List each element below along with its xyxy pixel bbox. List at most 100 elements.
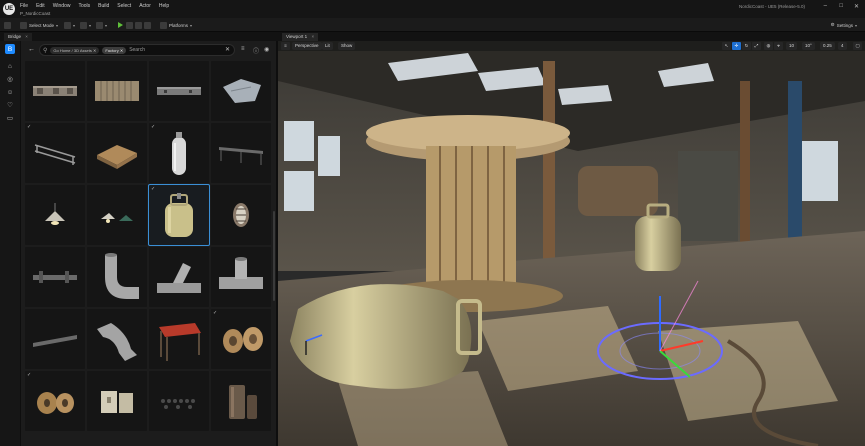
rotation-snap-value[interactable]: 10° [802,42,815,50]
asset-tile-metal-shelf[interactable]: ✓ [25,123,85,183]
asset-tile-pipe-bracket[interactable] [25,247,85,307]
platforms-dropdown[interactable]: Platforms ▾ [160,21,192,29]
close-icon[interactable]: ✕ [93,48,96,53]
close-icon[interactable]: × [25,34,28,39]
user-icon[interactable]: ☺ [5,87,15,97]
asset-tile-fabric-sheet[interactable] [211,61,271,121]
blueprint-icon [80,21,87,29]
clapper-icon [96,21,103,29]
tab-bridge[interactable]: Bridge × [4,33,32,41]
close-icon[interactable]: × [311,34,314,39]
account-icon[interactable]: ◉ [264,46,269,53]
menu-tools[interactable]: Tools [78,3,90,9]
asset-tile-bolts-set[interactable] [149,371,209,431]
info-icon[interactable]: ⓘ [253,46,259,55]
cinematics-button[interactable]: ▾ [96,21,107,29]
grid-snap-value[interactable]: 10 [786,42,798,50]
asset-thumbnail [33,335,77,347]
lit-label: Lit [325,43,330,48]
asset-tile-pipe-wye[interactable] [149,247,209,307]
asset-tile-propane-tank[interactable]: ✓ [148,184,210,246]
save-icon [4,21,11,29]
scale-snap-value[interactable]: 0.25 [820,42,835,50]
add-content-button[interactable]: ▾ [64,21,75,29]
menu-file[interactable]: File [20,3,28,9]
close-icon[interactable]: ✕ [120,48,123,53]
viewport-menu-icon[interactable]: ≡ [281,42,290,50]
menu-build[interactable]: Build [98,3,109,9]
surface-snap-icon[interactable]: ⌖ [774,42,783,50]
maximize-button[interactable]: □ [839,3,843,9]
asset-tile-pipe-tee[interactable] [211,247,271,307]
perspective-dropdown[interactable]: Perspective [292,42,322,50]
asset-tile-hanging-lamps[interactable] [87,185,147,245]
asset-library-panel: ← ⚲ Go Home / 3D Assets ✕ Factory ✕ ✕ ≡ … [21,41,276,446]
menu-select[interactable]: Select [117,3,131,9]
tab-row: Bridge × Viewport 1 × [0,32,865,41]
monitor-icon[interactable]: ▭ [5,113,15,123]
library-scrollbar[interactable] [273,211,275,301]
menu-edit[interactable]: Edit [36,3,45,9]
menu-actor[interactable]: Actor [139,3,151,9]
asset-tile-ceiling-lamp[interactable] [25,185,85,245]
asset-thumbnail [223,327,263,353]
menu-window[interactable]: Window [53,3,71,9]
unreal-logo-icon[interactable]: UE [3,3,15,15]
asset-tile-workbench[interactable] [211,123,271,183]
world-space-icon[interactable]: ◍ [764,42,773,50]
asset-thumbnail [45,203,65,225]
asset-tile-cable-spools[interactable]: ✓ [211,309,271,369]
maximize-viewport-icon[interactable]: ▢ [853,42,862,50]
tab-viewport[interactable]: Viewport 1 × [282,33,319,41]
select-transform-icon[interactable]: ↖ [722,42,731,50]
search-input[interactable] [129,47,234,53]
blueprints-button[interactable]: ▾ [80,21,91,29]
asset-tile-pipe-elbow[interactable] [87,247,147,307]
asset-tile-gas-cylinder[interactable]: ✓ [149,123,209,183]
project-name: P_NordicCoast [20,11,51,16]
asset-thumbnail [223,79,261,103]
settings-button[interactable]: ⚙ Settings ▾ [831,21,857,29]
heart-icon[interactable]: ♡ [5,100,15,110]
asset-tile-wall-pipes[interactable] [25,61,85,121]
clear-search-icon[interactable]: ✕ [225,46,230,53]
show-dropdown[interactable]: Show [338,42,356,50]
asset-tile-electrical-box[interactable] [87,371,147,431]
asset-tile-wooden-spool[interactable]: ✓ [25,371,85,431]
close-window-button[interactable]: ✕ [854,3,859,10]
menu-help[interactable]: Help [159,3,169,9]
breadcrumb-chip-factory[interactable]: Factory ✕ [102,46,127,54]
asset-tile-wooden-panels[interactable] [87,61,147,121]
scale-transform-icon[interactable]: ⤢ [752,42,761,50]
asset-tile-pipe-bend[interactable] [87,309,147,369]
search-icon: ⚲ [43,47,48,54]
save-button[interactable] [4,21,11,29]
camera-speed-value[interactable]: 4 [838,42,847,50]
move-transform-icon[interactable]: ✛ [732,42,741,50]
viewport-scene [278,41,865,446]
asset-tile-wooden-pallet[interactable] [87,123,147,183]
cursor-icon [20,21,27,29]
asset-tile-rusty-barrel[interactable] [211,371,271,431]
play-button[interactable] [118,21,123,29]
home-icon[interactable]: ⌂ [5,61,15,71]
back-icon[interactable]: ← [28,46,35,53]
asset-tile-metal-beam[interactable] [149,61,209,121]
stop-icon [135,21,142,29]
bridge-icon[interactable]: B [5,44,15,54]
asset-tile-metal-rod[interactable] [25,309,85,369]
lit-dropdown[interactable]: Lit [322,42,333,50]
asset-thumbnail [33,86,77,96]
breadcrumb-chip-home[interactable]: Go Home / 3D Assets ✕ [50,46,100,54]
asset-tile-wall-lamp[interactable] [211,185,271,245]
minimize-button[interactable]: – [824,3,827,9]
level-viewport[interactable]: ≡ Perspective Lit Show ↖ ✛ ↻ ⤢ ◍ ⌖ 10 10… [278,41,865,446]
rotate-transform-icon[interactable]: ↻ [742,42,751,50]
play-options[interactable] [126,21,151,29]
filter-icon[interactable]: ≡ [241,46,245,52]
asset-thumbnail [95,81,139,101]
select-mode-dropdown[interactable]: Select Mode ▾ [20,21,58,29]
globe-icon[interactable]: ◎ [5,74,15,84]
search-bar[interactable]: ⚲ Go Home / 3D Assets ✕ Factory ✕ ✕ [39,44,235,56]
asset-tile-red-table[interactable] [149,309,209,369]
